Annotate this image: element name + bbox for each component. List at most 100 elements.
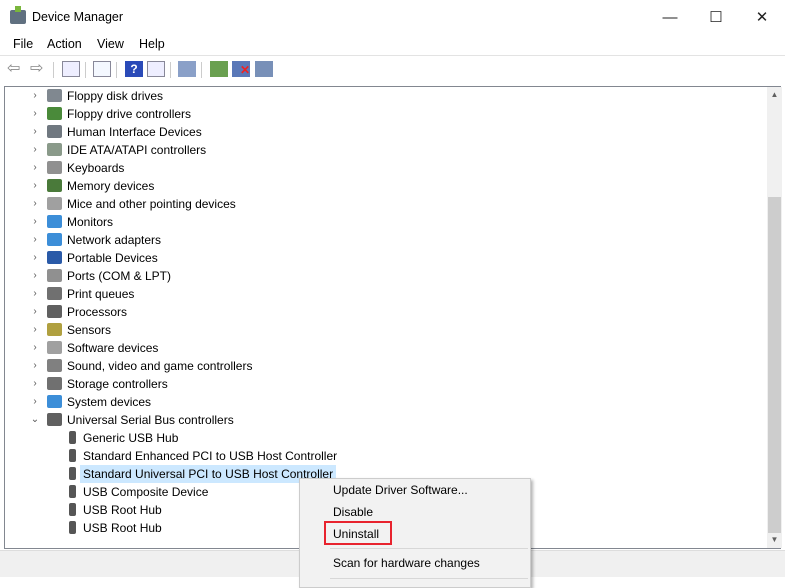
menu-update-driver[interactable]: Update Driver Software... xyxy=(333,483,468,497)
tree-category-label: System devices xyxy=(67,395,152,409)
toolbar: ⇦ ⇨ ? ✕ xyxy=(0,55,785,82)
tree-category-label: Network adapters xyxy=(67,233,162,247)
uninstall-device-icon[interactable]: ✕ xyxy=(232,61,250,77)
device-category-icon xyxy=(47,287,62,300)
usb-device-icon xyxy=(69,431,76,444)
scroll-down-icon[interactable]: ▼ xyxy=(767,532,782,548)
usb-device-icon xyxy=(69,485,76,498)
device-category-icon xyxy=(47,341,62,354)
usb-device-label: USB Root Hub xyxy=(83,521,162,535)
menu-help[interactable]: Help xyxy=(139,37,165,51)
menu-action[interactable]: Action xyxy=(47,37,82,51)
menu-bar: File Action View Help xyxy=(0,34,785,54)
menu-uninstall[interactable]: Uninstall xyxy=(333,527,379,541)
device-category-icon xyxy=(47,413,62,426)
device-category-icon xyxy=(47,269,62,282)
tree-category-label: Memory devices xyxy=(67,179,155,193)
context-menu: Update Driver Software... Disable Uninst… xyxy=(299,478,531,588)
update-driver-icon[interactable] xyxy=(210,61,228,77)
chevron-right-icon[interactable]: › xyxy=(30,141,40,159)
chevron-right-icon[interactable]: › xyxy=(30,267,40,285)
device-category-icon xyxy=(47,323,62,336)
scrollbar-thumb[interactable] xyxy=(768,197,781,533)
menu-view[interactable]: View xyxy=(97,37,124,51)
tree-category-label: Sound, video and game controllers xyxy=(67,359,253,373)
chevron-right-icon[interactable]: › xyxy=(30,87,40,105)
vertical-scrollbar[interactable]: ▲ ▼ xyxy=(767,87,782,548)
device-category-icon xyxy=(47,215,62,228)
device-category-icon xyxy=(47,197,62,210)
tree-category-label: Mice and other pointing devices xyxy=(67,197,236,211)
menu-scan-hardware[interactable]: Scan for hardware changes xyxy=(333,556,480,570)
disable-device-icon[interactable] xyxy=(255,61,273,77)
tree-category-label: Processors xyxy=(67,305,128,319)
chevron-right-icon[interactable]: › xyxy=(30,249,40,267)
tree-category-label: Keyboards xyxy=(67,161,125,175)
close-button[interactable]: ✕ xyxy=(739,0,785,34)
forward-icon[interactable]: ⇨ xyxy=(30,61,48,77)
tree-category-label: IDE ATA/ATAPI controllers xyxy=(67,143,207,157)
device-category-icon xyxy=(47,305,62,318)
chevron-right-icon[interactable]: › xyxy=(30,339,40,357)
chevron-right-icon[interactable]: › xyxy=(30,393,40,411)
chevron-right-icon[interactable]: › xyxy=(30,285,40,303)
scan-hardware-icon[interactable] xyxy=(178,61,196,77)
chevron-right-icon[interactable]: › xyxy=(30,159,40,177)
chevron-down-icon[interactable]: ⌄ xyxy=(30,411,40,429)
device-category-icon xyxy=(47,179,62,192)
device-category-icon xyxy=(47,233,62,246)
tree-category-label: Print queues xyxy=(67,287,135,301)
chevron-right-icon[interactable]: › xyxy=(30,177,40,195)
tree-category-label: Storage controllers xyxy=(67,377,168,391)
maximize-button[interactable]: ☐ xyxy=(693,0,739,34)
tree-category-label: Universal Serial Bus controllers xyxy=(67,413,234,427)
usb-device-label: USB Root Hub xyxy=(83,503,162,517)
device-category-icon xyxy=(47,107,62,120)
usb-device-icon xyxy=(69,449,76,462)
minimize-button[interactable]: — xyxy=(647,0,693,34)
device-category-icon xyxy=(47,125,62,138)
tree-category-label: Floppy drive controllers xyxy=(67,107,192,121)
chevron-right-icon[interactable]: › xyxy=(30,375,40,393)
back-icon[interactable]: ⇦ xyxy=(7,61,25,77)
device-category-icon xyxy=(47,395,62,408)
properties-icon[interactable] xyxy=(93,61,111,77)
menu-file[interactable]: File xyxy=(13,37,33,51)
usb-device-icon xyxy=(69,503,76,516)
title-bar: Device Manager — ☐ ✕ xyxy=(0,0,785,34)
device-category-icon xyxy=(47,251,62,264)
device-category-icon xyxy=(47,89,62,102)
menu-disable[interactable]: Disable xyxy=(333,505,373,519)
device-category-icon xyxy=(47,377,62,390)
tree-category-label: Ports (COM & LPT) xyxy=(67,269,172,283)
chevron-right-icon[interactable]: › xyxy=(30,105,40,123)
tree-category-label: Software devices xyxy=(67,341,159,355)
tree-category-label: Human Interface Devices xyxy=(67,125,202,139)
action-pane-icon[interactable] xyxy=(147,61,165,77)
chevron-right-icon[interactable]: › xyxy=(30,195,40,213)
usb-device-icon xyxy=(69,467,76,480)
device-manager-icon xyxy=(10,6,26,24)
usb-device-label: Generic USB Hub xyxy=(83,431,179,445)
chevron-right-icon[interactable]: › xyxy=(30,357,40,375)
help-icon[interactable]: ? xyxy=(125,61,143,77)
device-category-icon xyxy=(47,161,62,174)
chevron-right-icon[interactable]: › xyxy=(30,213,40,231)
chevron-right-icon[interactable]: › xyxy=(30,303,40,321)
usb-device-label: USB Composite Device xyxy=(83,485,209,499)
window-title: Device Manager xyxy=(32,10,124,24)
device-category-icon xyxy=(47,143,62,156)
tree-category-label: Sensors xyxy=(67,323,112,337)
tree-category-label: Portable Devices xyxy=(67,251,158,265)
usb-device-icon xyxy=(69,521,76,534)
chevron-right-icon[interactable]: › xyxy=(30,231,40,249)
usb-device-label: Standard Enhanced PCI to USB Host Contro… xyxy=(83,449,338,463)
scroll-up-icon[interactable]: ▲ xyxy=(767,87,782,103)
tree-category-label: Floppy disk drives xyxy=(67,89,164,103)
chevron-right-icon[interactable]: › xyxy=(30,123,40,141)
tree-category-label: Monitors xyxy=(67,215,114,229)
device-category-icon xyxy=(47,359,62,372)
chevron-right-icon[interactable]: › xyxy=(30,321,40,339)
usb-device-label: Standard Universal PCI to USB Host Contr… xyxy=(80,465,337,483)
show-hide-tree-icon[interactable] xyxy=(62,61,80,77)
